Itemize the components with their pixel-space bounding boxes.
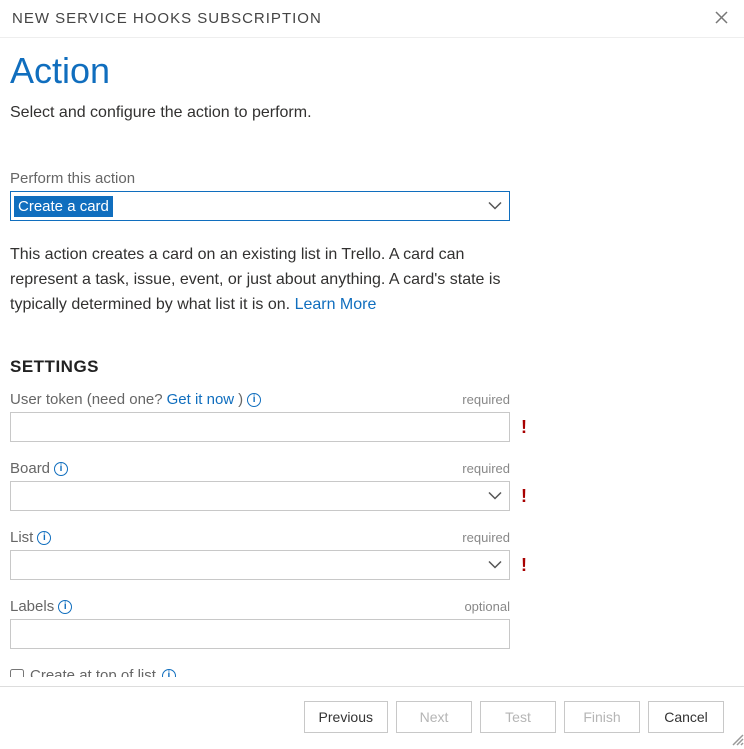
labels-row: Labels i optional bbox=[10, 598, 510, 649]
list-select[interactable] bbox=[10, 550, 510, 580]
error-icon: ! bbox=[521, 555, 527, 576]
user-token-label-post: ) bbox=[238, 391, 243, 408]
settings-heading: SETTINGS bbox=[10, 357, 732, 377]
info-icon[interactable]: i bbox=[247, 393, 261, 407]
info-icon[interactable]: i bbox=[54, 462, 68, 476]
action-description: This action creates a card on an existin… bbox=[10, 243, 530, 317]
board-label-text: Board bbox=[10, 460, 50, 477]
labels-label: Labels i bbox=[10, 598, 72, 615]
labels-label-text: Labels bbox=[10, 598, 54, 615]
user-token-input[interactable] bbox=[10, 412, 510, 442]
page-subtitle: Select and configure the action to perfo… bbox=[10, 104, 732, 122]
labels-optional-tag: optional bbox=[464, 599, 510, 614]
previous-button[interactable]: Previous bbox=[304, 701, 388, 733]
cancel-button[interactable]: Cancel bbox=[648, 701, 724, 733]
resize-handle-icon[interactable] bbox=[728, 730, 744, 746]
page-title: Action bbox=[10, 50, 732, 92]
user-token-label-pre: User token (need one? bbox=[10, 391, 163, 408]
action-select-value: Create a card bbox=[14, 196, 113, 217]
create-top-label: Create at top of list bbox=[30, 667, 156, 677]
create-top-checkbox[interactable] bbox=[10, 669, 24, 677]
next-button[interactable]: Next bbox=[396, 701, 472, 733]
dialog-footer: Previous Next Test Finish Cancel bbox=[0, 686, 744, 746]
error-icon: ! bbox=[521, 486, 527, 507]
board-required-tag: required bbox=[462, 461, 510, 476]
board-select[interactable] bbox=[10, 481, 510, 511]
user-token-row: User token (need one? Get it now) i requ… bbox=[10, 391, 510, 442]
user-token-required-tag: required bbox=[462, 392, 510, 407]
dialog-title: NEW SERVICE HOOKS SUBSCRIPTION bbox=[12, 10, 322, 27]
info-icon[interactable]: i bbox=[58, 600, 72, 614]
create-top-row: Create at top of list i bbox=[10, 667, 732, 677]
user-token-label: User token (need one? Get it now) i bbox=[10, 391, 261, 408]
learn-more-link[interactable]: Learn More bbox=[295, 296, 377, 313]
action-select-label: Perform this action bbox=[10, 170, 732, 187]
info-icon[interactable]: i bbox=[37, 531, 51, 545]
action-select[interactable]: Create a card bbox=[10, 191, 510, 221]
board-label: Board i bbox=[10, 460, 68, 477]
close-icon[interactable] bbox=[711, 8, 732, 29]
dialog-header: NEW SERVICE HOOKS SUBSCRIPTION bbox=[0, 0, 744, 37]
board-row: Board i required ! bbox=[10, 460, 510, 511]
info-icon[interactable]: i bbox=[162, 669, 176, 677]
get-token-link[interactable]: Get it now bbox=[167, 391, 235, 408]
error-icon: ! bbox=[521, 417, 527, 438]
finish-button[interactable]: Finish bbox=[564, 701, 640, 733]
list-label: List i bbox=[10, 529, 51, 546]
action-description-text: This action creates a card on an existin… bbox=[10, 246, 500, 313]
labels-input[interactable] bbox=[10, 619, 510, 649]
content-scroll[interactable]: Action Select and configure the action t… bbox=[0, 37, 744, 677]
list-required-tag: required bbox=[462, 530, 510, 545]
test-button[interactable]: Test bbox=[480, 701, 556, 733]
list-row: List i required ! bbox=[10, 529, 510, 580]
list-label-text: List bbox=[10, 529, 33, 546]
